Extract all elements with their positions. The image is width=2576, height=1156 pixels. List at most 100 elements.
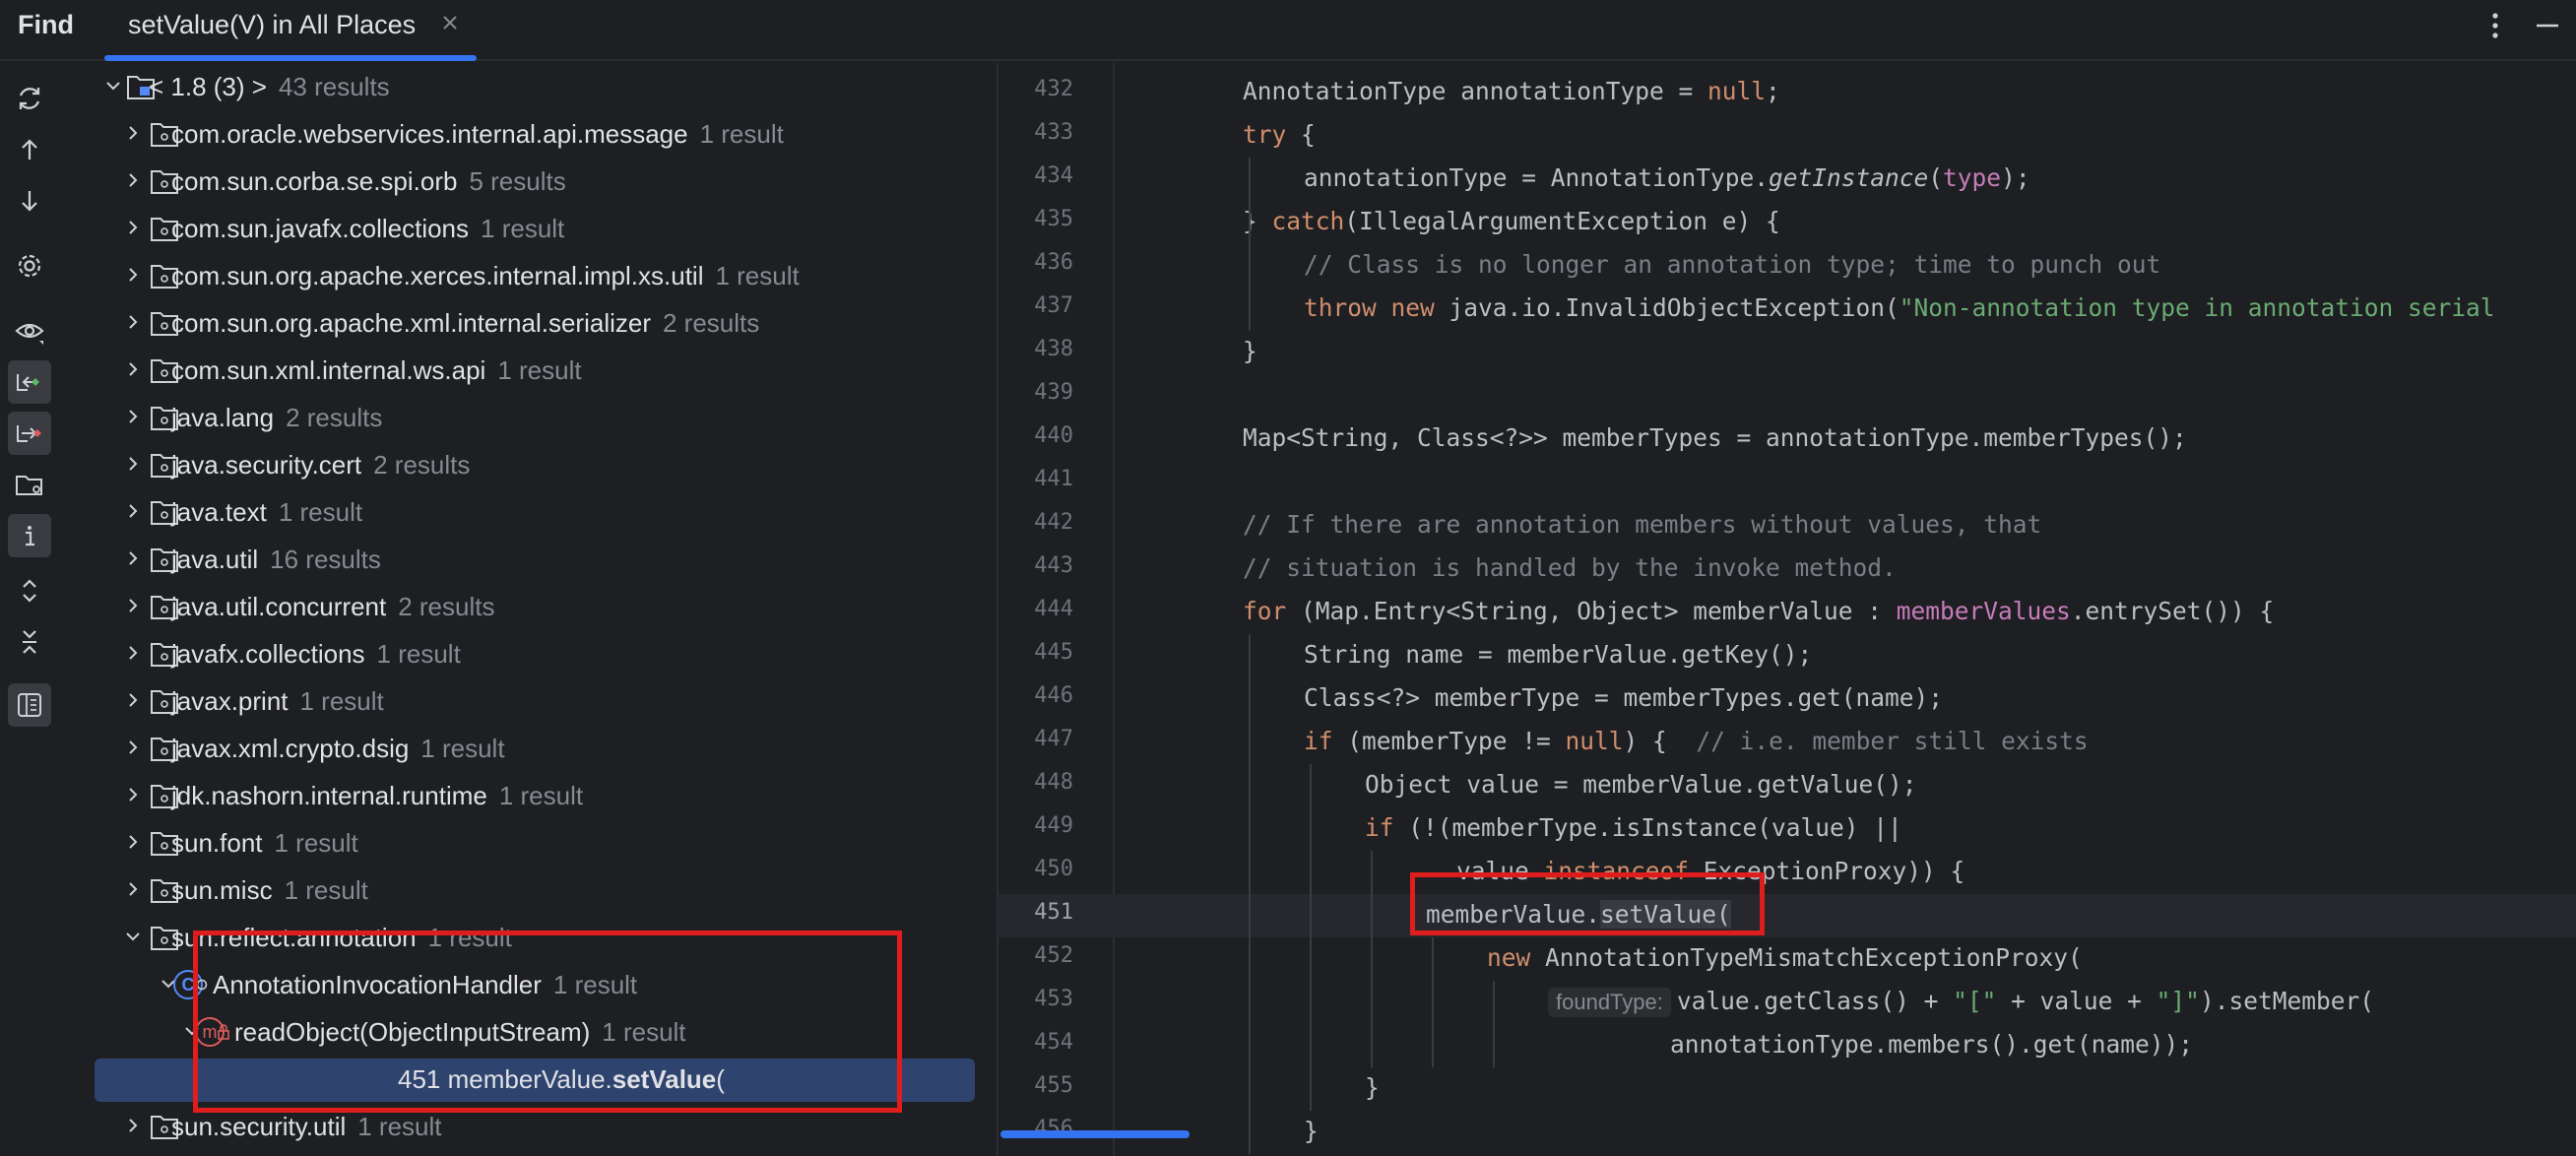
chevron-right-icon[interactable] <box>120 829 146 855</box>
code-line[interactable]: 451 memberValue.setValue( <box>998 894 2576 937</box>
code-line[interactable]: 443 // situation is handled by the invoke… <box>998 547 2576 591</box>
tree-node-package[interactable]: java.util.concurrent 2 results <box>61 583 997 630</box>
chevron-right-icon[interactable] <box>120 309 146 335</box>
tab-search-results[interactable]: setValue(V) in All Places <box>104 0 477 61</box>
code-line[interactable]: 447 if (memberType != null) { // i.e. mem… <box>998 721 2576 764</box>
code-line[interactable]: 435} catch(IllegalArgumentException e) { <box>998 201 2576 244</box>
line-number: 452 <box>1034 943 1073 968</box>
line-number: 437 <box>1034 293 1073 318</box>
code-preview-editor[interactable]: 432 AnnotationType annotationType = null;… <box>998 63 2576 1156</box>
code-line[interactable]: 456} <box>998 1111 2576 1154</box>
info-button[interactable] <box>8 514 51 557</box>
write-access-toggle[interactable] <box>8 412 51 455</box>
code-line[interactable]: 434 annotationType = AnnotationType.getIn… <box>998 158 2576 201</box>
tree-node-package[interactable]: sun.font 1 result <box>61 819 997 867</box>
chevron-right-icon[interactable] <box>120 120 146 146</box>
code-line[interactable]: 440 Map<String, Class<?>> memberTypes = a… <box>998 417 2576 461</box>
group-by-directory-button[interactable] <box>8 463 51 506</box>
code-line[interactable]: 439 <box>998 374 2576 417</box>
close-icon[interactable] <box>435 8 465 37</box>
chevron-right-icon[interactable] <box>120 640 146 666</box>
code-line[interactable]: 432 AnnotationType annotationType = null; <box>998 71 2576 114</box>
tree-node-package[interactable]: java.text 1 result <box>61 488 997 536</box>
next-occurrence-button[interactable] <box>8 179 51 223</box>
expand-all-button[interactable] <box>8 569 51 612</box>
tree-node-package[interactable]: javafx.collections 1 result <box>61 630 997 677</box>
chevron-right-icon[interactable] <box>120 356 146 382</box>
minimize-icon[interactable] <box>2533 6 2562 45</box>
code-line[interactable]: 437 throw new java.io.InvalidObjectExcept… <box>998 288 2576 331</box>
previous-occurrence-button[interactable] <box>8 128 51 171</box>
arrow-up-icon <box>22 139 37 160</box>
tree-node-package[interactable]: sun.misc 1 result <box>61 867 997 914</box>
tree-node-package[interactable]: java.security.cert 2 results <box>61 441 997 488</box>
parameter-hint: foundType: <box>1548 988 1671 1017</box>
tree-node-package[interactable]: javax.xml.crypto.dsig 1 result <box>61 725 997 772</box>
settings-button[interactable] <box>8 244 51 288</box>
code-line[interactable]: 449 if (!(memberType.isInstance(value) || <box>998 807 2576 851</box>
tree-node-package[interactable]: java.util 16 results <box>61 536 997 583</box>
chevron-right-icon[interactable] <box>120 215 146 240</box>
tree-node-package[interactable]: jdk.nashorn.internal.runtime 1 result <box>61 772 997 819</box>
tree-node-package[interactable]: javax.print 1 result <box>61 677 997 725</box>
code-line[interactable]: 433 try { <box>998 114 2576 158</box>
result-count: 16 results <box>270 545 381 574</box>
line-number: 444 <box>1034 597 1073 621</box>
code-line[interactable]: 441 <box>998 461 2576 504</box>
chevron-right-icon[interactable] <box>120 451 146 477</box>
code-token: java.io.InvalidObjectException( <box>1449 293 1900 322</box>
show-preview-panel-button[interactable] <box>8 683 51 727</box>
code-line[interactable]: 445 String name = memberValue.getKey(); <box>998 634 2576 677</box>
chevron-right-icon[interactable] <box>120 498 146 524</box>
result-count: 2 results <box>286 403 383 432</box>
line-number: 442 <box>1034 510 1073 535</box>
refresh-button[interactable] <box>8 77 51 120</box>
result-count: 1 result <box>284 875 368 905</box>
code-line[interactable]: 455} <box>998 1067 2576 1111</box>
chevron-right-icon[interactable] <box>120 687 146 713</box>
chevron-right-icon[interactable] <box>120 782 146 807</box>
chevron-down-icon[interactable] <box>100 73 126 98</box>
collapse-all-button[interactable] <box>8 620 51 664</box>
code-line[interactable]: 438} <box>998 331 2576 374</box>
code-token: ).setMember( <box>2199 987 2374 1015</box>
package-label: com.sun.corba.se.spi.orb <box>171 166 458 196</box>
code-line[interactable]: 446 Class<?> memberType = memberTypes.get… <box>998 677 2576 721</box>
chevron-right-icon[interactable] <box>120 404 146 429</box>
package-label: javax.xml.crypto.dsig <box>171 734 410 763</box>
code-line[interactable]: 453 foundType: value.getClass() + "[" + va… <box>998 981 2576 1024</box>
left-toolbar <box>0 63 61 1156</box>
code-line[interactable]: 452 new AnnotationTypeMismatchExceptionPr… <box>998 937 2576 981</box>
tree-node-package[interactable]: java.lang 2 results <box>61 394 997 441</box>
tree-node-package[interactable]: com.sun.corba.se.spi.orb 5 results <box>61 158 997 205</box>
chevron-down-icon[interactable] <box>120 924 146 949</box>
result-count: 2 results <box>373 450 471 480</box>
preview-button[interactable] <box>8 309 51 353</box>
more-options-icon[interactable] <box>2481 6 2509 45</box>
tree-node-module[interactable]: < 1.8 (3) > 43 results <box>61 63 997 110</box>
tree-node-package[interactable]: com.sun.org.apache.xerces.internal.impl.… <box>61 252 997 299</box>
chevron-right-icon[interactable] <box>120 546 146 571</box>
tree-node-package[interactable]: com.sun.xml.internal.ws.api 1 result <box>61 347 997 394</box>
chevron-right-icon[interactable] <box>120 735 146 760</box>
chevron-right-icon[interactable] <box>120 593 146 618</box>
chevron-right-icon[interactable] <box>120 876 146 902</box>
horizontal-scrollbar[interactable] <box>1000 1130 1190 1138</box>
code-line[interactable]: 436 // Class is no longer an annotation t… <box>998 244 2576 288</box>
code-line[interactable]: 444 for (Map.Entry<String, Object> member… <box>998 591 2576 634</box>
tree-node-package[interactable]: com.sun.org.apache.xml.internal.serializ… <box>61 299 997 347</box>
read-access-toggle[interactable] <box>8 360 51 404</box>
chevron-right-icon[interactable] <box>120 262 146 288</box>
code-line[interactable]: 454 annotationType.members().get(name)); <box>998 1024 2576 1067</box>
chevron-right-icon[interactable] <box>120 1113 146 1138</box>
line-number: 450 <box>1034 857 1073 881</box>
code-line[interactable]: 450 value instanceof ExceptionProxy)) { <box>998 851 2576 894</box>
code-token: .entrySet()) { <box>2070 597 2275 625</box>
code-line[interactable]: 442 // If there are annotation members wi… <box>998 504 2576 547</box>
tree-node-package[interactable]: com.oracle.webservices.internal.api.mess… <box>61 110 997 158</box>
line-number: 449 <box>1034 813 1073 838</box>
tree-node-package[interactable]: com.sun.javafx.collections 1 result <box>61 205 997 252</box>
code-text: if (!(memberType.isInstance(value) || <box>1365 813 1902 842</box>
chevron-right-icon[interactable] <box>120 167 146 193</box>
code-line[interactable]: 448 Object value = memberValue.getValue()… <box>998 764 2576 807</box>
